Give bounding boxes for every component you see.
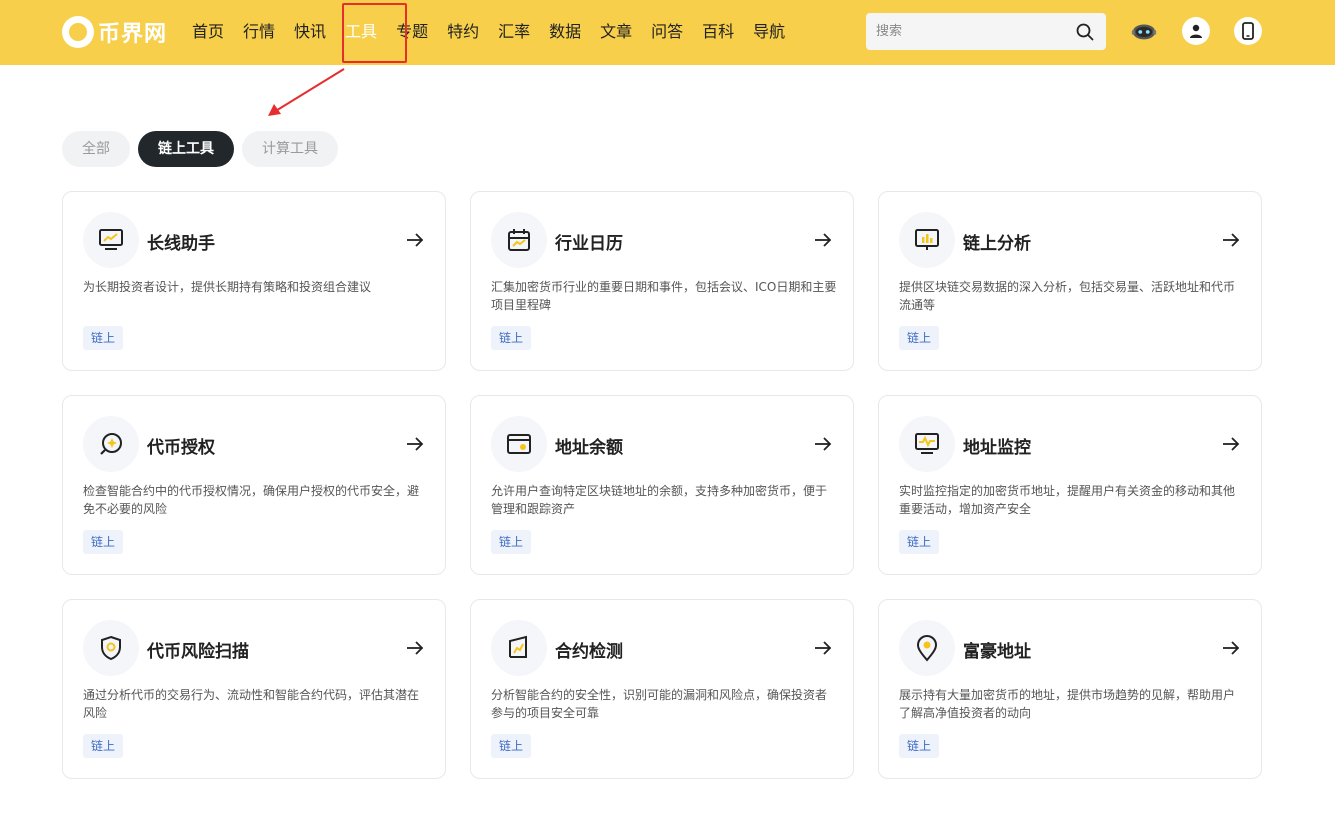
arrow-right-icon[interactable] (405, 230, 425, 250)
card-description: 展示持有大量加密货币的地址，提供市场趋势的见解，帮助用户了解高净值投资者的动向 (899, 688, 1236, 720)
tab-onchain-tools[interactable]: 链上工具 (138, 131, 234, 167)
card-title: 代币风险扫描 (147, 642, 249, 662)
tool-card-token-risk-scan[interactable]: 代币风险扫描 通过分析代币的交易行为、流动性和智能合约代码，评估其潜在风险 链上 (62, 599, 446, 779)
arrow-right-icon[interactable] (405, 638, 425, 658)
nav-item-data[interactable]: 数据 (549, 18, 581, 46)
bar-chart-icon (899, 212, 955, 268)
card-description: 检查智能合约中的代币授权情况，确保用户授权的代币安全，避免不必要的风险 (83, 484, 420, 516)
nav-item-home[interactable]: 首页 (192, 18, 224, 46)
shield-icon (83, 620, 139, 676)
card-tag: 链上 (491, 326, 532, 350)
nav-item-wiki[interactable]: 百科 (702, 18, 734, 46)
card-description: 为长期投资者设计，提供长期持有策略和投资组合建议 (83, 280, 372, 294)
nav-item-qa[interactable]: 问答 (651, 18, 683, 46)
card-description: 提供区块链交易数据的深入分析，包括交易量、活跃地址和代币流通等 (899, 280, 1236, 312)
main-nav: 首页 行情 快讯 工具 专题 特约 汇率 数据 文章 问答 百科 导航 (192, 18, 804, 46)
nav-highlight-box (342, 3, 407, 63)
tool-card-address-balance[interactable]: 地址余额 允许用户查询特定区块链地址的余额，支持多种加密货币，便于管理和跟踪资产… (470, 395, 854, 575)
contract-chart-icon (491, 620, 547, 676)
card-description: 汇集加密货币行业的重要日期和事件，包括会议、ICO日期和主要项目里程碑 (491, 280, 837, 312)
card-title: 链上分析 (963, 234, 1031, 254)
search-box (866, 13, 1106, 50)
card-title: 地址余额 (555, 438, 623, 458)
tab-calculation-tools[interactable]: 计算工具 (242, 131, 338, 167)
nav-item-navigation[interactable]: 导航 (753, 18, 785, 46)
logo-text: 币界网 (98, 22, 168, 47)
tab-all[interactable]: 全部 (62, 131, 130, 167)
user-icon[interactable] (1182, 17, 1210, 45)
mobile-icon[interactable] (1234, 17, 1262, 45)
tool-card-token-approval[interactable]: 代币授权 检查智能合约中的代币授权情况，确保用户授权的代币安全，避免不必要的风险… (62, 395, 446, 575)
tool-card-long-term-assistant[interactable]: 长线助手 为长期投资者设计，提供长期持有策略和投资组合建议 链上 (62, 191, 446, 371)
nav-item-market[interactable]: 行情 (243, 18, 275, 46)
card-title: 合约检测 (555, 642, 623, 662)
arrow-right-icon[interactable] (1221, 434, 1241, 454)
card-tag: 链上 (899, 734, 940, 758)
card-title: 代币授权 (147, 438, 215, 458)
monitor-chart-icon (83, 212, 139, 268)
nav-item-flash-news[interactable]: 快讯 (294, 18, 326, 46)
tool-card-onchain-analysis[interactable]: 链上分析 提供区块链交易数据的深入分析，包括交易量、活跃地址和代币流通等 链上 (878, 191, 1262, 371)
card-tag: 链上 (491, 734, 532, 758)
logo-coin-icon (62, 16, 94, 48)
card-description: 通过分析代币的交易行为、流动性和智能合约代码，评估其潜在风险 (83, 688, 420, 720)
monitor-pulse-icon (899, 416, 955, 472)
tool-card-contract-check[interactable]: 合约检测 分析智能合约的安全性，识别可能的漏洞和风险点，确保投资者参与的项目安全… (470, 599, 854, 779)
card-description: 实时监控指定的加密货币地址，提醒用户有关资金的移动和其他重要活动，增加资产安全 (899, 484, 1236, 516)
wallet-icon (491, 416, 547, 472)
card-tag: 链上 (83, 530, 124, 554)
card-tag: 链上 (83, 734, 124, 758)
arrow-right-icon[interactable] (1221, 638, 1241, 658)
arrow-right-icon[interactable] (1221, 230, 1241, 250)
card-description: 允许用户查询特定区块链地址的余额，支持多种加密货币，便于管理和跟踪资产 (491, 484, 828, 516)
nav-item-exchange-rate[interactable]: 汇率 (498, 18, 530, 46)
search-input[interactable] (876, 21, 1066, 41)
location-pin-icon (899, 620, 955, 676)
tool-card-industry-calendar[interactable]: 行业日历 汇集加密货币行业的重要日期和事件，包括会议、ICO日期和主要项目里程碑… (470, 191, 854, 371)
search-coin-icon (83, 416, 139, 472)
site-logo[interactable]: 币界网 (62, 15, 167, 49)
card-tag: 链上 (83, 326, 124, 350)
robot-icon[interactable] (1130, 17, 1158, 45)
card-description: 分析智能合约的安全性，识别可能的漏洞和风险点，确保投资者参与的项目安全可靠 (491, 688, 828, 720)
arrow-right-icon[interactable] (813, 230, 833, 250)
tool-card-whale-address[interactable]: 富豪地址 展示持有大量加密货币的地址，提供市场趋势的见解，帮助用户了解高净值投资… (878, 599, 1262, 779)
arrow-right-icon[interactable] (405, 434, 425, 454)
tool-card-address-monitor[interactable]: 地址监控 实时监控指定的加密货币地址，提醒用户有关资金的移动和其他重要活动，增加… (878, 395, 1262, 575)
annotation-arrow-icon (268, 68, 345, 116)
card-tag: 链上 (899, 326, 940, 350)
card-title: 长线助手 (147, 234, 215, 254)
card-tag: 链上 (899, 530, 940, 554)
search-icon[interactable] (1076, 23, 1094, 41)
card-title: 富豪地址 (963, 642, 1031, 662)
arrow-right-icon[interactable] (813, 434, 833, 454)
nav-item-articles[interactable]: 文章 (600, 18, 632, 46)
nav-item-featured[interactable]: 特约 (447, 18, 479, 46)
card-title: 地址监控 (963, 438, 1031, 458)
tool-category-tabs: 全部 链上工具 计算工具 (62, 131, 346, 167)
card-tag: 链上 (491, 530, 532, 554)
top-header: 币界网 首页 行情 快讯 工具 专题 特约 汇率 数据 文章 问答 百科 导航 (0, 0, 1335, 65)
card-title: 行业日历 (555, 234, 623, 254)
calendar-icon (491, 212, 547, 268)
arrow-right-icon[interactable] (813, 638, 833, 658)
